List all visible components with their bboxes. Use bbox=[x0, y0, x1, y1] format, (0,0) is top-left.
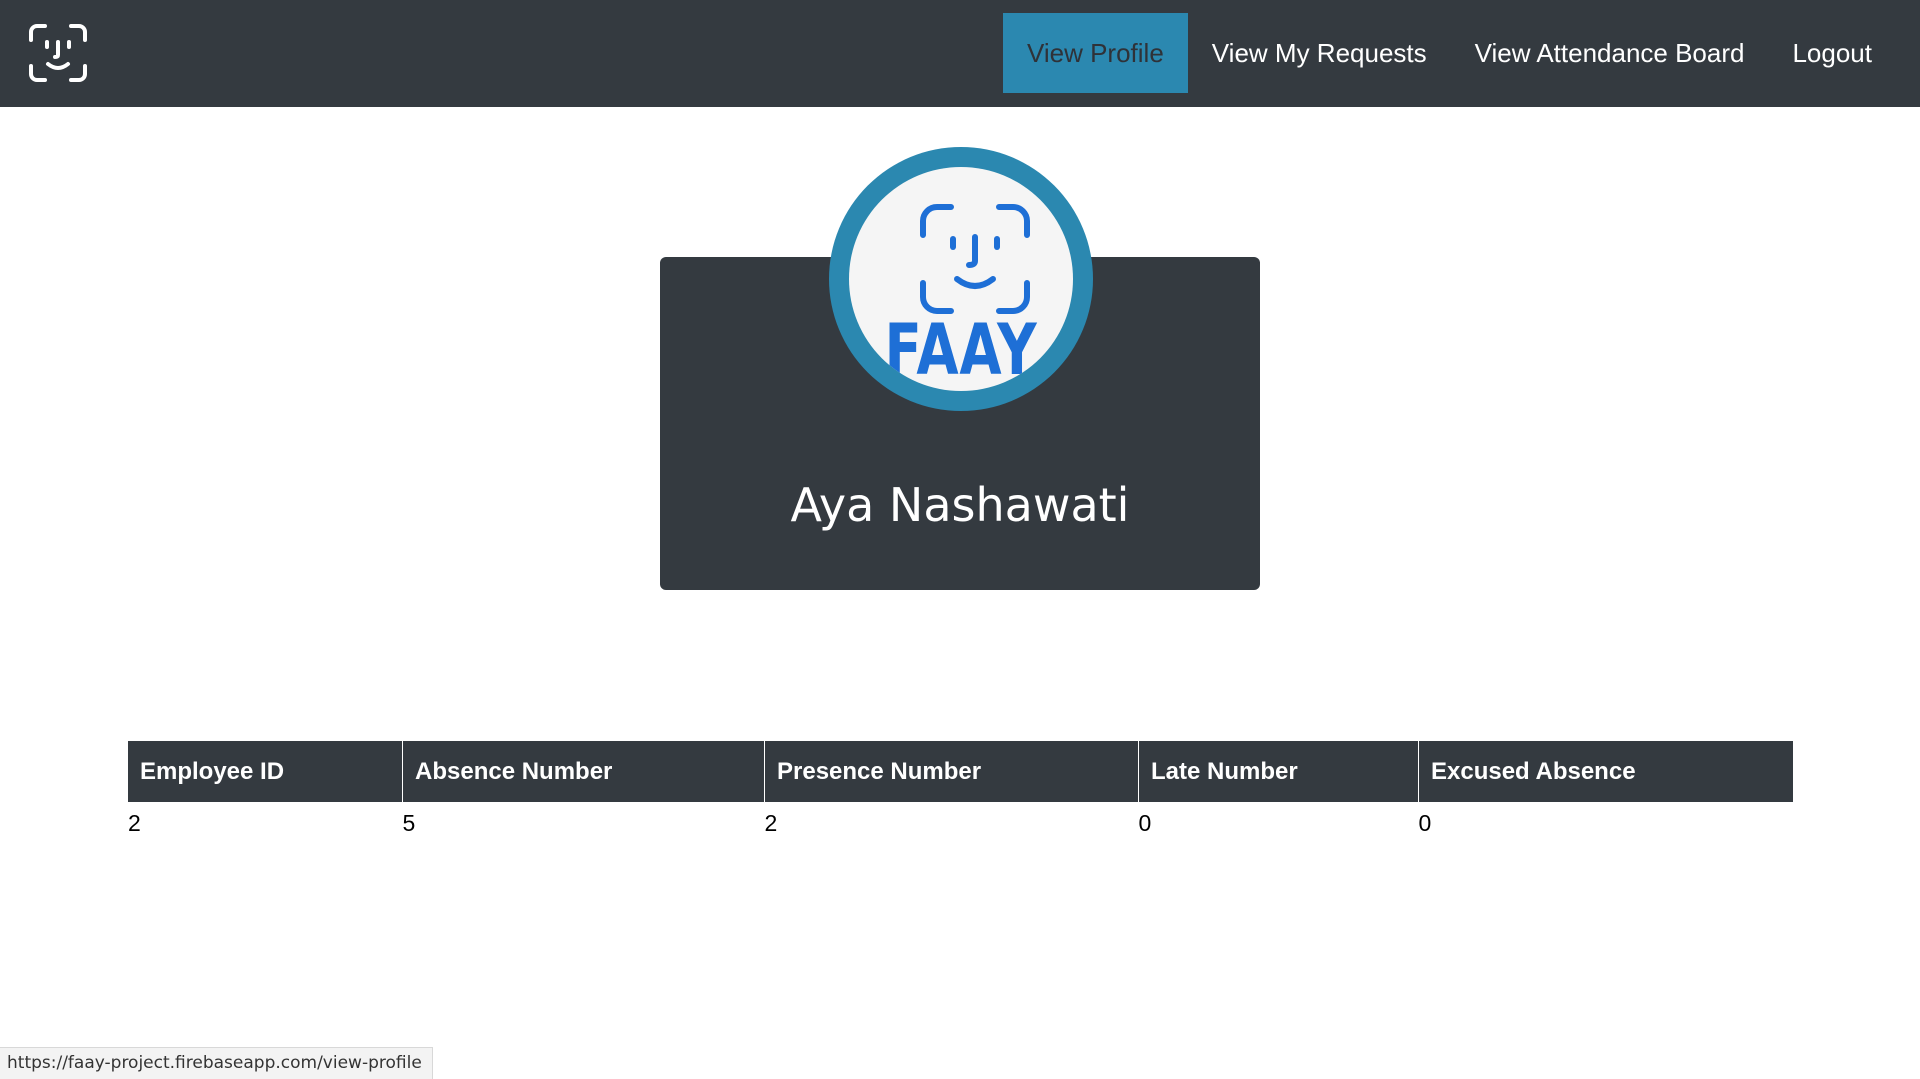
navbar: View Profile View My Requests View Atten… bbox=[0, 0, 1920, 107]
attendance-stats-table: Employee ID Absence Number Presence Numb… bbox=[128, 741, 1793, 837]
cell-late-number: 0 bbox=[1138, 810, 1152, 836]
profile-name: Aya Nashawati bbox=[790, 478, 1130, 532]
cell-employee-id: 2 bbox=[128, 810, 141, 836]
avatar: FAAY bbox=[829, 147, 1093, 411]
header-late-number: Late Number bbox=[1138, 741, 1419, 802]
nav-view-my-requests[interactable]: View My Requests bbox=[1188, 13, 1451, 93]
cell-presence-number: 2 bbox=[764, 810, 778, 836]
logo-text: FAAY bbox=[884, 309, 1038, 391]
header-excused-absence: Excused Absence bbox=[1418, 741, 1793, 802]
table-header-row: Employee ID Absence Number Presence Numb… bbox=[128, 741, 1793, 802]
nav-links: View Profile View My Requests View Atten… bbox=[1002, 13, 1920, 93]
face-id-icon[interactable] bbox=[27, 22, 89, 84]
nav-view-profile[interactable]: View Profile bbox=[1002, 13, 1188, 93]
header-absence-number: Absence Number bbox=[402, 741, 765, 802]
header-presence-number: Presence Number bbox=[764, 741, 1139, 802]
face-id-icon bbox=[920, 204, 1030, 314]
table-row: 2 5 2 0 0 bbox=[128, 802, 1793, 837]
nav-view-attendance-board[interactable]: View Attendance Board bbox=[1451, 13, 1769, 93]
cell-excused-absence: 0 bbox=[1418, 810, 1432, 836]
avatar-logo: FAAY bbox=[849, 167, 1073, 391]
status-bar-url: https://faay-project.firebaseapp.com/vie… bbox=[0, 1047, 433, 1079]
cell-absence-number: 5 bbox=[402, 810, 416, 836]
nav-logout[interactable]: Logout bbox=[1768, 13, 1920, 93]
header-employee-id: Employee ID bbox=[128, 741, 403, 802]
